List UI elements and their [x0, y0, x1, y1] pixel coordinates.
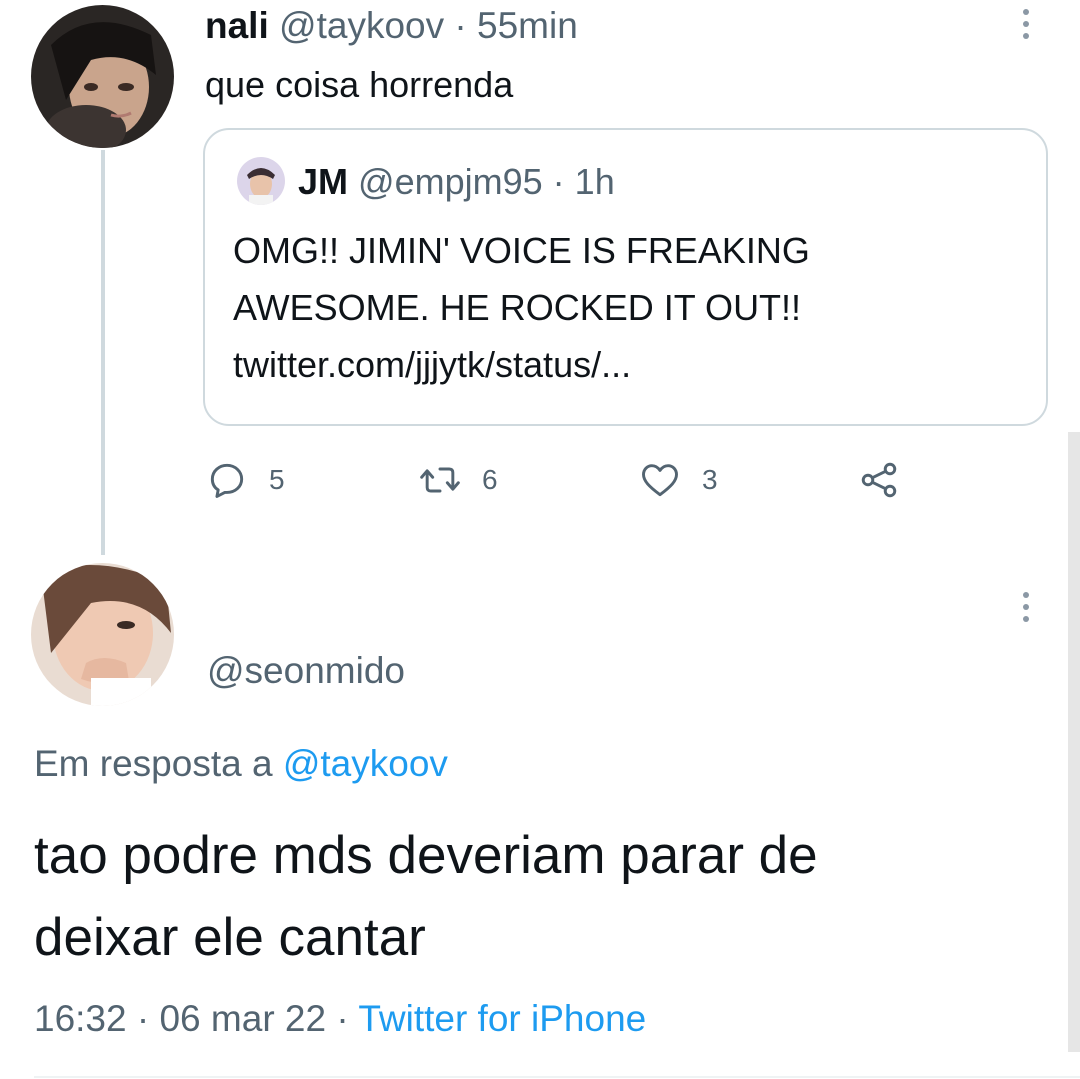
share-icon — [861, 462, 897, 498]
quoted-tweet-text: OMG!! JIMIN' VOICE IS FREAKING AWESOME. … — [233, 222, 1023, 393]
user-handle[interactable]: @taykoov — [279, 5, 444, 46]
tweet-date: 06 mar 22 — [159, 998, 327, 1039]
like-button[interactable]: 3 — [638, 457, 718, 503]
quoted-tweet-time: 1h — [574, 161, 615, 202]
avatar[interactable] — [31, 5, 174, 148]
retweet-icon — [420, 467, 460, 493]
divider — [34, 1076, 1080, 1078]
reply-to-handle-link[interactable]: @taykoov — [283, 743, 448, 784]
more-options-icon[interactable] — [1021, 9, 1031, 39]
separator: · — [552, 161, 565, 202]
heart-icon — [642, 464, 678, 497]
thread-connector-line — [101, 150, 105, 555]
reply-prefix: Em resposta a — [34, 743, 273, 784]
tweet-source-link[interactable]: Twitter for iPhone — [358, 998, 646, 1039]
profile-photo-icon — [31, 563, 174, 706]
reply-context: Em resposta a @taykoov — [34, 740, 448, 788]
reply-count: 5 — [269, 464, 285, 495]
separator: · — [336, 998, 349, 1039]
user-handle[interactable]: @seonmido — [207, 648, 405, 694]
tweet-text: tao podre mds deveriam parar de deixar e… — [34, 815, 1044, 979]
quoted-tweet-header: JM @empjm95 · 1h — [298, 160, 615, 204]
more-options-icon[interactable] — [1021, 592, 1031, 622]
tweet-text-line: deixar ele cantar — [34, 908, 426, 967]
like-count: 3 — [702, 464, 718, 495]
display-name[interactable]: nali — [205, 5, 269, 46]
retweet-count: 6 — [482, 464, 498, 495]
profile-photo-icon — [237, 157, 285, 205]
separator: · — [454, 5, 467, 46]
tweet-time[interactable]: 55min — [477, 5, 578, 46]
reply-icon — [210, 463, 244, 498]
tweet-text-line: tao podre mds deveriam parar de — [34, 826, 818, 885]
retweet-button[interactable]: 6 — [418, 457, 498, 503]
tweet-meta: 16:32 · 06 mar 22 · Twitter for iPhone — [34, 995, 646, 1043]
quoted-text-line: OMG!! JIMIN' VOICE IS FREAKING — [233, 230, 810, 271]
reply-button[interactable]: 5 — [205, 457, 285, 503]
profile-photo-icon — [31, 5, 174, 148]
quoted-user-handle: @empjm95 — [358, 161, 543, 202]
quoted-link: twitter.com/jjjytk/status/... — [233, 344, 632, 385]
quoted-avatar — [237, 157, 285, 205]
quoted-text-line: AWESOME. HE ROCKED IT OUT!! — [233, 287, 802, 328]
share-button[interactable] — [857, 457, 901, 503]
tweet-text: que coisa horrenda — [205, 64, 514, 105]
scrollbar[interactable] — [1068, 432, 1080, 1052]
quoted-display-name: JM — [298, 161, 349, 202]
tweet-header: nali @taykoov · 55min — [205, 2, 578, 50]
tweet-time: 16:32 — [34, 998, 127, 1039]
avatar[interactable] — [31, 563, 174, 706]
separator: · — [136, 998, 150, 1039]
